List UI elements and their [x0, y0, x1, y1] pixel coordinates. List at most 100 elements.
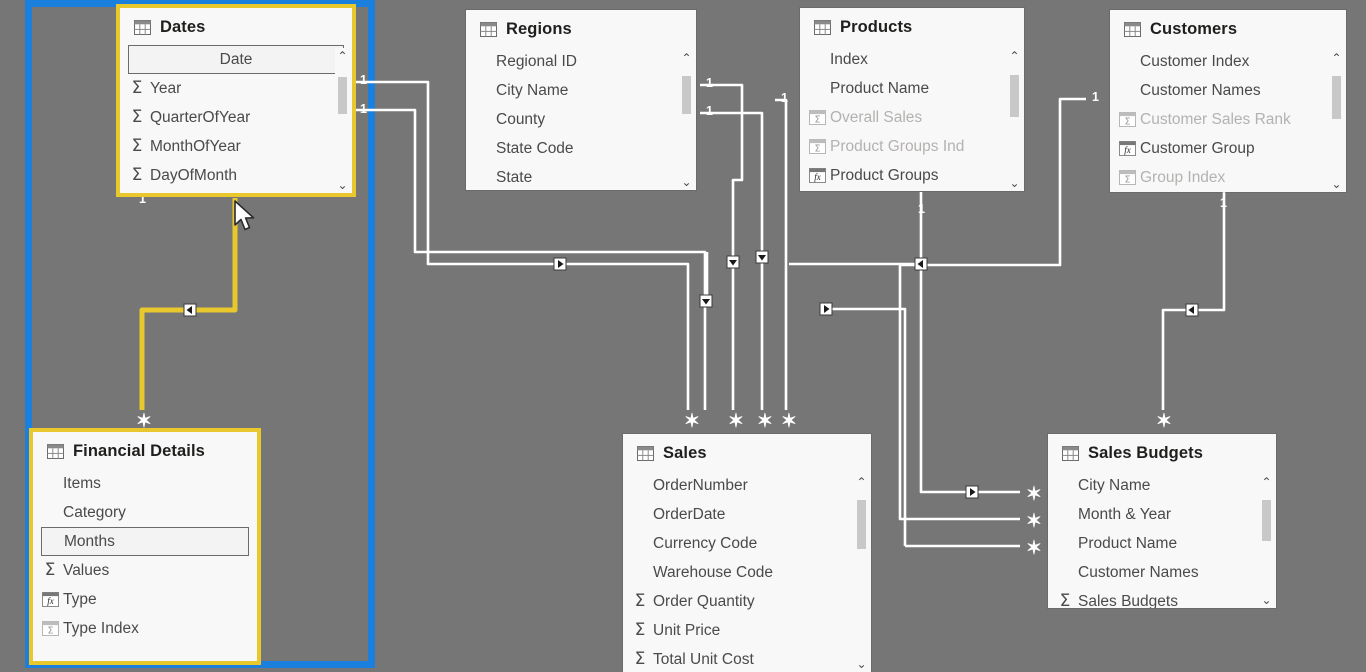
table-header-products[interactable]: Products [800, 8, 1024, 43]
svg-text:Σ: Σ [1124, 117, 1130, 128]
field-row[interactable]: State Code [466, 134, 696, 163]
table-card-products[interactable]: Products Index Product Name Σ Overall Sales Σ… [800, 8, 1024, 191]
table-card-dates[interactable]: Dates Date Σ Year Σ QuarterOfYear Σ MonthOfYear… [120, 8, 352, 193]
table-header-regions[interactable]: Regions [466, 10, 696, 45]
field-row[interactable]: Index [800, 45, 1024, 74]
field-label: Product Name [830, 79, 930, 97]
table-scrollbar[interactable]: ⌃ ⌄ [679, 50, 694, 190]
scroll-up-arrow[interactable]: ⌃ [337, 48, 347, 64]
scrollbar-thumb[interactable] [857, 500, 866, 549]
field-row[interactable]: Customer Names [1048, 558, 1276, 587]
field-label: Customer Index [1140, 52, 1250, 70]
field-row[interactable]: Σ Sales Budgets [1048, 587, 1276, 609]
field-row[interactable]: Customer Index [1110, 47, 1346, 76]
field-row[interactable]: fx Customer Group [1110, 134, 1346, 163]
table-header-sales[interactable]: Sales [623, 434, 871, 469]
scrollbar-track[interactable] [1262, 492, 1271, 590]
table-header-sales-budgets[interactable]: Sales Budgets [1048, 434, 1276, 469]
sigma-icon: Σ [634, 620, 646, 640]
field-row[interactable]: Months [41, 527, 249, 556]
scrollbar-track[interactable] [338, 66, 347, 175]
scrollbar-track[interactable] [857, 492, 866, 654]
field-label: Type Index [63, 619, 139, 637]
field-row[interactable]: Product Name [1048, 529, 1276, 558]
svg-text:Σ: Σ [47, 626, 53, 637]
field-label: Month & Year [1078, 505, 1172, 523]
field-row[interactable]: OrderNumber [623, 471, 871, 500]
scrollbar-thumb[interactable] [1262, 499, 1271, 541]
field-label: Sales Budgets [1078, 592, 1178, 609]
scroll-down-arrow[interactable]: ⌄ [681, 174, 691, 190]
field-row[interactable]: fx Type [33, 585, 257, 614]
field-row[interactable]: Σ Order Quantity [623, 587, 871, 616]
field-row[interactable]: OrderDate [623, 500, 871, 529]
scrollbar-thumb[interactable] [1010, 74, 1019, 118]
scrollbar-thumb[interactable] [682, 76, 691, 114]
scroll-up-arrow[interactable]: ⌃ [1331, 50, 1341, 66]
field-row[interactable]: Σ DayOfMonth [120, 161, 352, 190]
scrollbar-track[interactable] [1010, 66, 1019, 173]
table-field-list-sales-budgets: City Name Month & Year Product Name Custome… [1048, 469, 1276, 609]
field-row[interactable]: Σ Product Groups Ind [800, 132, 1024, 161]
scroll-up-arrow[interactable]: ⌃ [1261, 474, 1271, 490]
field-row[interactable]: State [466, 163, 696, 190]
scroll-up-arrow[interactable]: ⌃ [681, 50, 691, 66]
field-row[interactable]: Σ Overall Sales [800, 103, 1024, 132]
field-row[interactable]: Σ Unit Price [623, 616, 871, 645]
field-row[interactable]: fx Product Groups [800, 161, 1024, 190]
field-icon: Σ [128, 167, 146, 185]
field-row[interactable]: Σ Total Unit Cost [623, 645, 871, 672]
field-label: Index [830, 50, 868, 68]
field-row[interactable]: Σ Type Index [33, 614, 257, 643]
table-scrollbar[interactable]: ⌃ ⌄ [1007, 48, 1022, 191]
field-label: City Name [1078, 476, 1151, 494]
field-row[interactable]: County [466, 105, 696, 134]
scroll-up-arrow[interactable]: ⌃ [1009, 48, 1019, 64]
field-row[interactable]: Product Name [800, 74, 1024, 103]
table-card-regions[interactable]: Regions Regional ID City Name County State C… [466, 10, 696, 190]
scroll-down-arrow[interactable]: ⌄ [1009, 175, 1019, 191]
scroll-down-arrow[interactable]: ⌄ [856, 656, 866, 672]
field-row[interactable]: Σ MonthOfYear [120, 132, 352, 161]
scroll-up-arrow[interactable]: ⌃ [856, 474, 866, 490]
table-header-customers[interactable]: Customers [1110, 10, 1346, 45]
scrollbar-track[interactable] [1332, 68, 1341, 174]
table-scrollbar[interactable]: ⌃ ⌄ [1259, 474, 1274, 608]
field-row[interactable]: Σ Values [33, 556, 257, 585]
field-row[interactable]: Date [128, 45, 344, 74]
table-scrollbar[interactable]: ⌃ ⌄ [854, 474, 869, 672]
table-card-sales-budgets[interactable]: Sales Budgets City Name Month & Year Produc… [1048, 434, 1276, 608]
field-row[interactable]: City Name [1048, 471, 1276, 500]
field-row[interactable]: Category [33, 498, 257, 527]
scrollbar-thumb[interactable] [1332, 76, 1341, 119]
field-row[interactable]: Regional ID [466, 47, 696, 76]
field-row[interactable]: Customer Names [1110, 76, 1346, 105]
field-row[interactable]: City Name [466, 76, 696, 105]
field-row[interactable]: Warehouse Code [623, 558, 871, 587]
table-card-customers[interactable]: Customers Customer Index Customer Names Σ Cu… [1110, 10, 1346, 192]
sigma-icon: Σ [131, 136, 143, 156]
scrollbar-track[interactable] [682, 68, 691, 172]
field-row[interactable]: Month & Year [1048, 500, 1276, 529]
scrollbar-thumb[interactable] [338, 76, 347, 114]
scroll-down-arrow[interactable]: ⌄ [1261, 592, 1271, 608]
field-row[interactable]: Currency Code [623, 529, 871, 558]
table-card-financial-details[interactable]: Financial Details Items Category Months Σ Val… [33, 432, 257, 661]
field-row[interactable]: Σ Group Index [1110, 163, 1346, 192]
field-row[interactable]: Σ QuarterOfYear [120, 103, 352, 132]
table-scrollbar[interactable]: ⌃ ⌄ [1329, 50, 1344, 192]
table-header-financial-details[interactable]: Financial Details [33, 432, 257, 467]
field-row[interactable]: Items [33, 469, 257, 498]
cardinality-many-label: ✶ [136, 411, 152, 432]
model-view-canvas[interactable]: 1 1 1 1 1 1 1 1 1 ✶ ✶ ✶ ✶ ✶ ✶ ✶ ✶ ✶ Dates Date Σ Year Σ Quart… [0, 0, 1366, 672]
field-label: Product Name [1078, 534, 1178, 552]
field-row[interactable]: Σ Customer Sales Rank [1110, 105, 1346, 134]
scroll-down-arrow[interactable]: ⌄ [1331, 176, 1341, 192]
field-row[interactable]: Σ Year [120, 74, 352, 103]
table-header-dates[interactable]: Dates [120, 8, 352, 43]
table-scrollbar[interactable]: ⌃ ⌄ [335, 48, 350, 193]
scroll-down-arrow[interactable]: ⌄ [337, 177, 347, 193]
table-card-sales[interactable]: Sales OrderNumber OrderDate Currency Code Wa… [623, 434, 871, 672]
table-title: Dates [160, 18, 206, 36]
cardinality-many-label: ✶ [1026, 538, 1042, 559]
